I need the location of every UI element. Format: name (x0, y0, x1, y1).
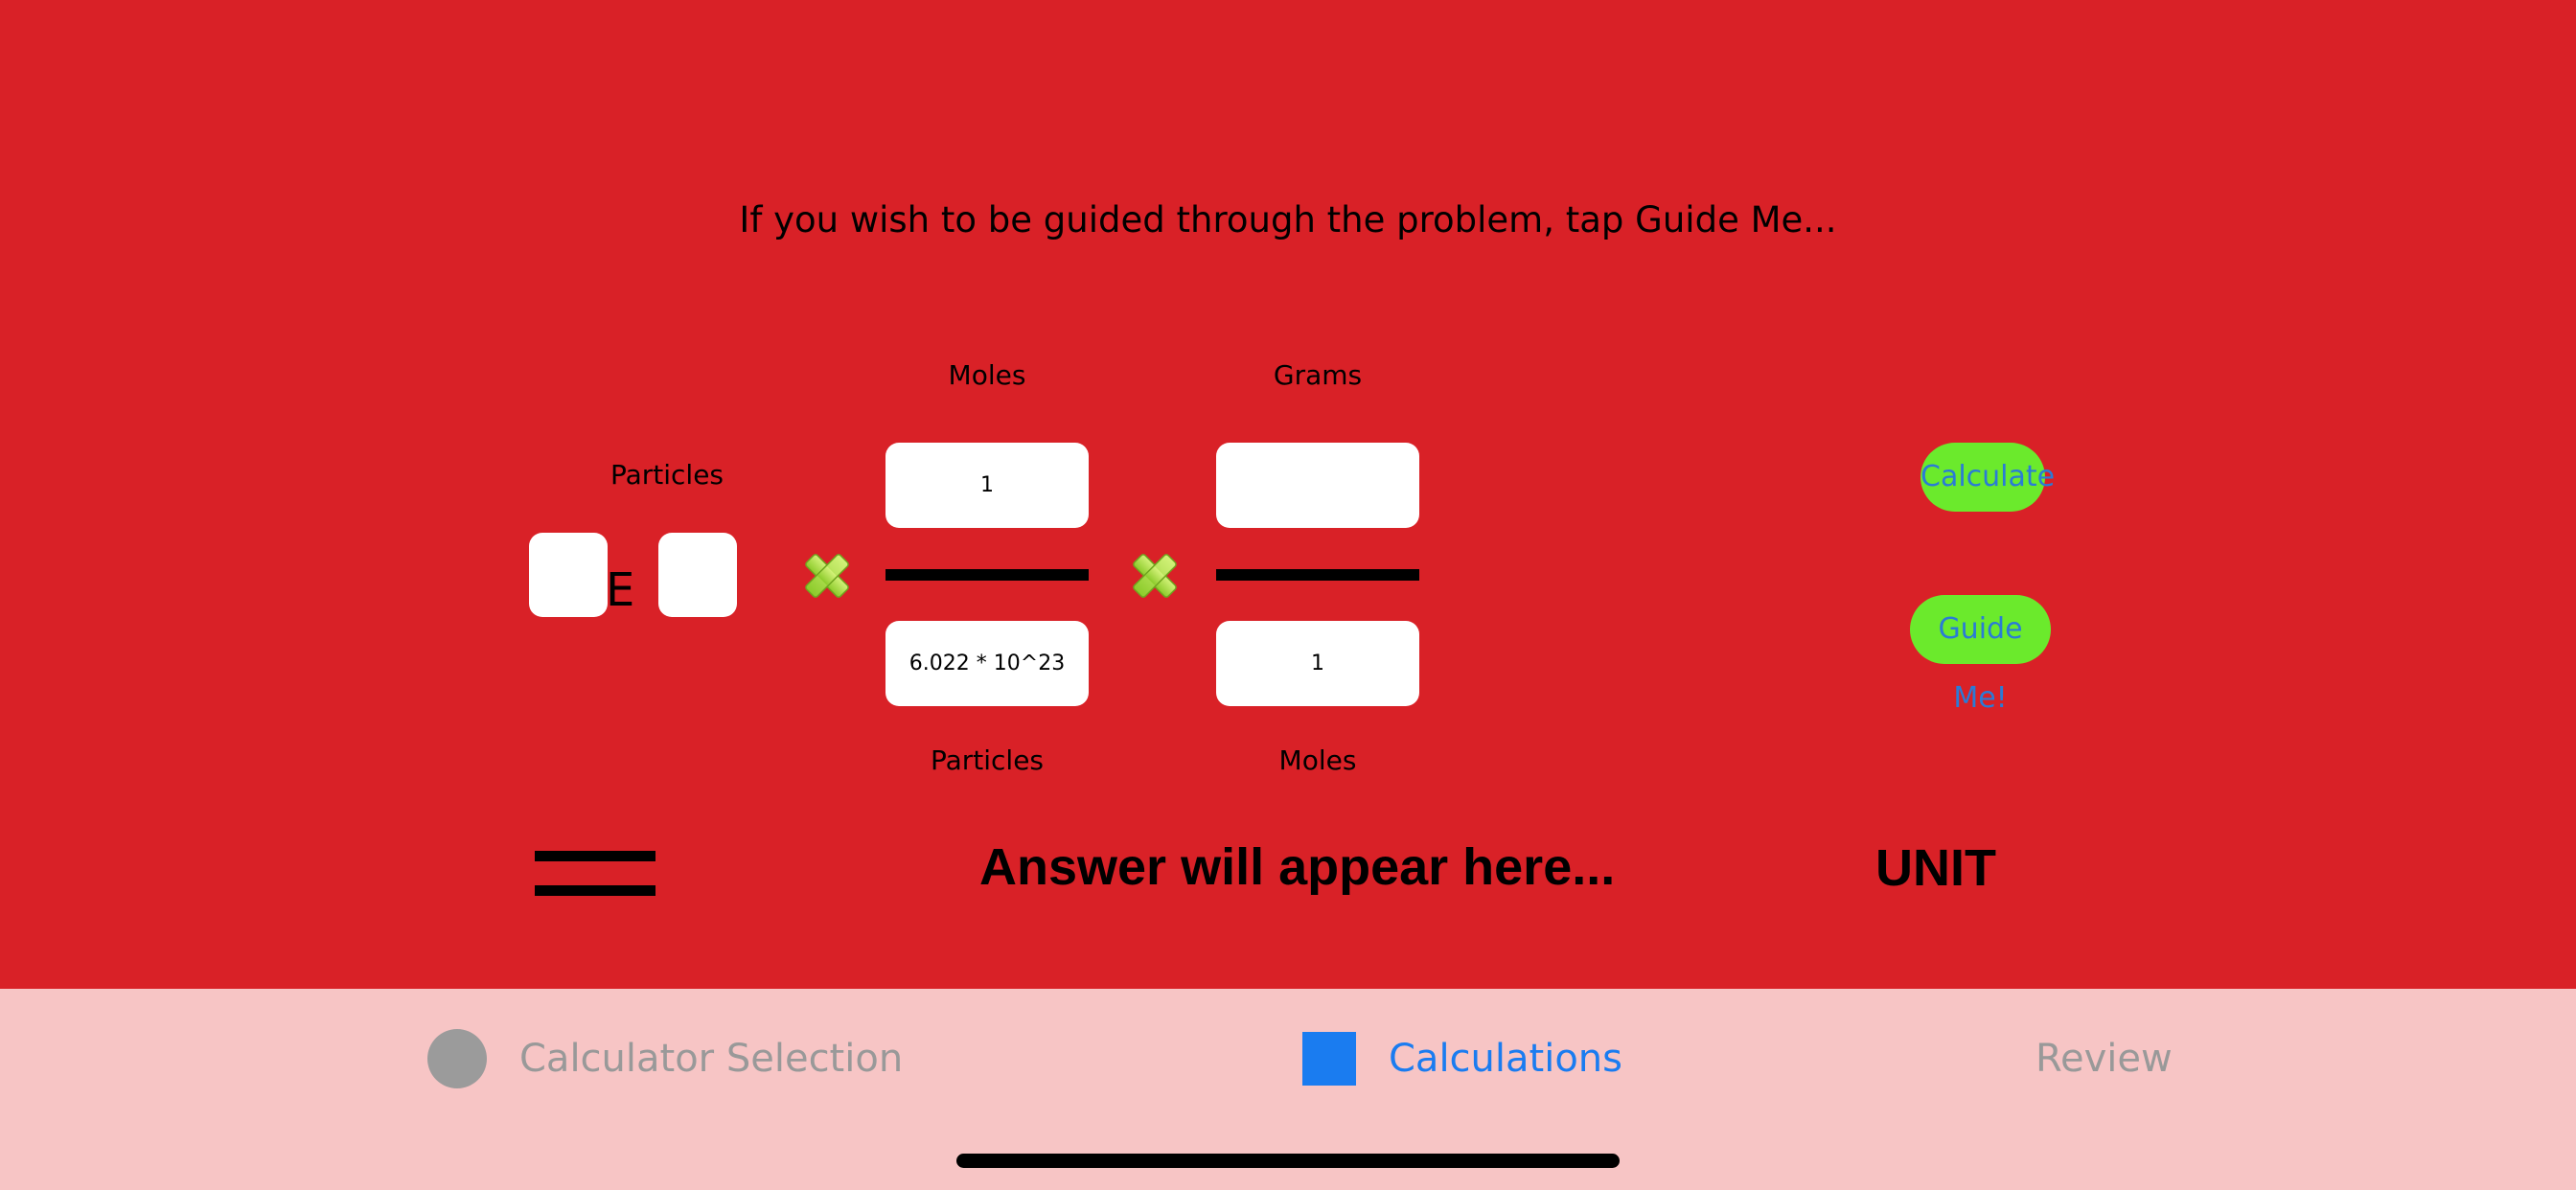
tab-review-label: Review (2036, 1037, 2173, 1081)
factor2-bottom-label: Moles (1278, 744, 1357, 776)
exponent-e-label: E (606, 563, 635, 617)
equals-sign-top-bar (535, 851, 656, 861)
circle-icon (427, 1029, 487, 1088)
home-indicator (956, 1154, 1620, 1168)
calculate-button[interactable]: Calculate (1920, 443, 2055, 512)
tab-calculations-label: Calculations (1389, 1037, 1622, 1081)
factor2-fraction-bar (1216, 569, 1419, 581)
answer-text: Answer will appear here... (979, 838, 1616, 896)
tab-calculator-selection[interactable]: Calculator Selection (427, 1027, 903, 1090)
particles-label: Particles (610, 459, 724, 491)
calculation-screen: If you wish to be guided through the pro… (0, 0, 2576, 989)
factor1-top-label: Moles (948, 359, 1026, 391)
factor1-numerator-input[interactable] (886, 443, 1089, 528)
factor1-denominator-input[interactable] (886, 621, 1089, 706)
tab-calculator-selection-label: Calculator Selection (519, 1037, 904, 1081)
factor1-fraction-bar (886, 569, 1089, 581)
tab-review[interactable]: Review (2036, 1027, 2173, 1090)
multiply-icon (1133, 554, 1177, 598)
multiply-icon (805, 554, 849, 598)
factor1-bottom-label: Particles (930, 744, 1045, 776)
exponent-input[interactable] (658, 533, 737, 617)
unit-text: UNIT (1875, 839, 1996, 897)
tab-bar: Calculator Selection Calculations Review (0, 989, 2576, 1190)
square-icon (1302, 1032, 1356, 1086)
guide-me-button[interactable]: Guide Me! (1910, 595, 2051, 715)
factor2-numerator-input[interactable] (1216, 443, 1419, 528)
factor2-top-label: Grams (1273, 359, 1363, 391)
tab-calculations[interactable]: Calculations (1302, 1027, 1622, 1090)
coefficient-input[interactable] (529, 533, 608, 617)
instruction-text: If you wish to be guided through the pro… (739, 199, 1837, 240)
equals-sign-bottom-bar (535, 885, 656, 896)
factor2-denominator-input[interactable] (1216, 621, 1419, 706)
